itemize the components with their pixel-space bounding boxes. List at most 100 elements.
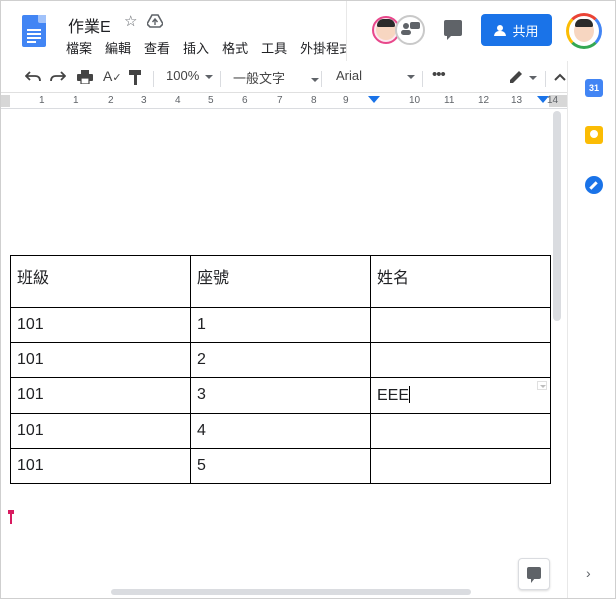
docs-window: 作業E ☆ 檔案 編輯 查看 插入 格式 工具 外掛程式 共用 A✓ 100% … (0, 0, 616, 599)
ruler-number: 10 (409, 95, 421, 106)
cell-text: 101 (17, 316, 44, 333)
cell-text: 101 (17, 422, 44, 439)
ruler-number: 5 (208, 95, 214, 106)
table-row: 101 5 (10, 448, 551, 484)
ruler-number: 6 (242, 95, 248, 106)
ruler-number: 13 (511, 95, 523, 106)
keep-icon[interactable] (585, 126, 603, 144)
menu-tools[interactable]: 工具 (261, 38, 287, 57)
cell-text: 1 (197, 316, 206, 333)
share-label: 共用 (512, 23, 539, 39)
menu-format[interactable]: 格式 (222, 38, 248, 57)
menu-addons[interactable]: 外掛程式 (300, 38, 352, 57)
horizontal-scrollbar[interactable] (111, 589, 471, 595)
redo-icon[interactable] (50, 71, 66, 83)
cell-text: 5 (197, 457, 206, 474)
table-cell[interactable]: 4 (190, 413, 371, 449)
calendar-icon[interactable]: 31 (585, 79, 603, 97)
table-cell[interactable]: 101 (10, 448, 191, 484)
table-cell[interactable]: 1 (190, 307, 371, 343)
ruler-number: 1 (39, 95, 45, 106)
table-cell[interactable] (370, 342, 551, 378)
undo-icon[interactable] (25, 71, 41, 83)
right-indent-marker[interactable] (537, 96, 549, 103)
menu-edit[interactable]: 編輯 (105, 38, 131, 57)
paint-format-icon[interactable] (129, 70, 143, 85)
toolbar-divider (321, 71, 322, 87)
document-title[interactable]: 作業E (68, 13, 111, 37)
comment-history-icon[interactable] (444, 20, 462, 40)
anonymous-icon (401, 22, 420, 35)
spellcheck-icon[interactable]: A✓ (103, 68, 122, 84)
header-actions: 共用 (346, 1, 567, 61)
table-row: 101 4 (10, 413, 551, 449)
toolbar: A✓ 100% 一般文字 Arial ••• (1, 63, 567, 93)
table-cell[interactable]: 姓名 (370, 255, 551, 308)
table-cell[interactable]: 2 (190, 342, 371, 378)
chevron-down-icon[interactable] (529, 76, 537, 80)
table-cell[interactable]: 101 (10, 307, 191, 343)
ruler-number: 8 (311, 95, 317, 106)
ruler-scale: 1 1 2 3 4 5 6 7 8 9 10 11 12 13 14 (1, 95, 567, 107)
paragraph-style-select[interactable]: 一般文字 (233, 68, 320, 87)
docs-logo-icon[interactable] (22, 15, 46, 47)
table-cell[interactable]: 5 (190, 448, 371, 484)
text-cursor (409, 386, 411, 403)
ruler-number: 2 (108, 95, 114, 106)
zoom-value: 100% (166, 68, 200, 83)
account-avatar[interactable] (566, 13, 602, 49)
font-select[interactable]: Arial (336, 68, 416, 83)
vertical-scrollbar[interactable] (553, 111, 561, 321)
chevron-right-icon[interactable]: › (586, 565, 591, 581)
move-to-drive-icon[interactable] (147, 14, 163, 28)
ruler-number: 3 (141, 95, 147, 106)
header-class: 班級 (17, 270, 50, 287)
editing-mode-icon[interactable] (509, 70, 523, 84)
chevron-down-icon (205, 74, 214, 79)
cell-text: 2 (197, 351, 206, 368)
ruler-number: 7 (277, 95, 283, 106)
table-cell[interactable]: 班級 (10, 255, 191, 308)
menu-insert[interactable]: 插入 (183, 38, 209, 57)
tasks-icon[interactable] (585, 176, 603, 194)
explore-button[interactable] (518, 558, 550, 590)
table-cell[interactable]: 座號 (190, 255, 371, 308)
ruler-number: 11 (444, 95, 455, 106)
chevron-down-icon (311, 77, 320, 82)
menu-bar: 檔案 編輯 查看 插入 格式 工具 外掛程式 (66, 38, 365, 57)
ruler-number: 1 (73, 95, 79, 106)
indent-marker[interactable] (368, 96, 380, 103)
table-row: 101 1 (10, 307, 551, 343)
more-options-icon[interactable]: ••• (432, 66, 446, 83)
table-cell[interactable]: 101 (10, 342, 191, 378)
table-cell[interactable] (370, 307, 551, 343)
paragraph-style-value: 一般文字 (233, 71, 286, 86)
toolbar-divider (153, 71, 154, 87)
table-cell[interactable] (370, 413, 551, 449)
ruler[interactable]: 1 1 2 3 4 5 6 7 8 9 10 11 12 13 14 (1, 93, 567, 109)
table-row: 101 2 (10, 342, 551, 378)
chevron-up-icon[interactable] (554, 73, 566, 81)
star-icon[interactable]: ☆ (124, 12, 137, 30)
zoom-select[interactable]: 100% (166, 68, 214, 83)
table-cell-active[interactable]: EEE (370, 377, 551, 414)
table-cell[interactable]: 101 (10, 377, 191, 414)
collaborator-cursor (8, 510, 14, 524)
menu-file[interactable]: 檔案 (66, 38, 92, 57)
table-cell[interactable] (370, 448, 551, 484)
table-cell[interactable]: 101 (10, 413, 191, 449)
menu-view[interactable]: 查看 (144, 38, 170, 57)
cell-text: 3 (197, 386, 206, 403)
print-icon[interactable] (77, 70, 93, 84)
share-button[interactable]: 共用 (481, 14, 552, 46)
cell-options-icon[interactable] (537, 381, 547, 390)
data-table: 班級 座號 姓名 101 1 101 2 101 3 EEE 101 4 101… (10, 255, 551, 484)
cell-text: EEE (377, 387, 410, 404)
anonymous-users-avatar[interactable] (395, 15, 425, 45)
document-canvas[interactable]: 班級 座號 姓名 101 1 101 2 101 3 EEE 101 4 101… (1, 110, 551, 598)
cell-text: 101 (17, 386, 44, 403)
table-cell[interactable]: 3 (190, 377, 371, 414)
person-add-icon (494, 24, 507, 36)
header-seat: 座號 (197, 270, 230, 287)
ruler-number: 12 (478, 95, 490, 106)
